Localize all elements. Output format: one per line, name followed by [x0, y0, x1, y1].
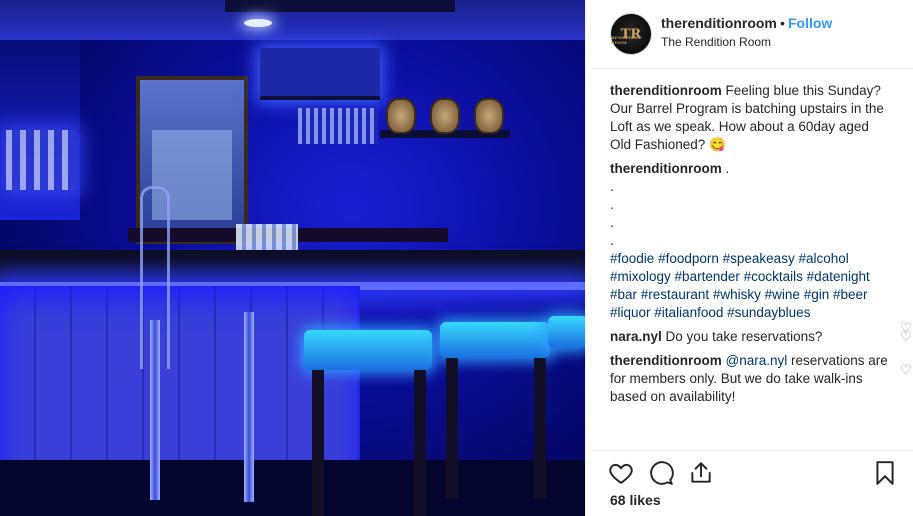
- comment-icon[interactable]: [648, 460, 674, 486]
- photo-ceiling-light: [244, 19, 272, 27]
- hashtag-link[interactable]: #sundayblues: [727, 305, 810, 320]
- hashtag-link[interactable]: #foodporn: [658, 251, 719, 266]
- photo-stool-seat: [304, 330, 432, 370]
- hashtag-comment: therenditionroom . . . . . #foodie #food…: [610, 160, 912, 334]
- photo-stool-leg: [414, 370, 426, 516]
- hashtag-link[interactable]: #mixology: [610, 269, 671, 284]
- avatar-logo-subtext: RENDITION ROOM: [611, 35, 642, 45]
- photo-barrel: [386, 98, 416, 134]
- photo-stool-leg: [534, 358, 546, 498]
- like-comment-icon[interactable]: ♡: [900, 330, 912, 343]
- hashtag-link[interactable]: #bartender: [675, 269, 740, 284]
- hashtag-link[interactable]: #wine: [765, 287, 800, 302]
- photo-barrel: [430, 98, 460, 134]
- photo-counter-top: [0, 250, 585, 286]
- follow-button[interactable]: Follow: [788, 15, 832, 31]
- photo-hanging-glasses: [298, 108, 378, 144]
- photo-stool-seat: [548, 316, 585, 348]
- hashtag-link[interactable]: #datenight: [807, 269, 870, 284]
- hashtag-link[interactable]: #cocktails: [744, 269, 803, 284]
- photo-bottles: [6, 130, 76, 190]
- comment: nara.nyl Do you take reservations? ♡: [610, 328, 912, 346]
- heart-icon[interactable]: [608, 460, 634, 486]
- hashtag-link[interactable]: #speakeasy: [723, 251, 795, 266]
- photo-stool-seat: [440, 322, 550, 358]
- mention-link[interactable]: @nara.nyl: [726, 353, 788, 368]
- photo-stool-leg: [446, 358, 458, 498]
- action-bar: [608, 460, 898, 488]
- like-comment-icon[interactable]: ♡: [900, 363, 912, 376]
- comment: therenditionroom @nara.nyl reservations …: [610, 352, 912, 406]
- comment-dot: .: [610, 197, 614, 212]
- photo-stool-leg: [312, 370, 324, 516]
- actions-divider: [586, 450, 913, 451]
- post-header: TR RENDITION ROOM therenditionroom • Fol…: [586, 0, 913, 69]
- caption-username[interactable]: therenditionroom: [610, 83, 722, 98]
- hashtag-link[interactable]: #beer: [833, 287, 868, 302]
- hashtag-link[interactable]: #whisky: [713, 287, 761, 302]
- comment-dot: .: [610, 179, 614, 194]
- hashtag-link[interactable]: #italianfood: [654, 305, 723, 320]
- hashtag-link[interactable]: #gin: [804, 287, 830, 302]
- hashtag-list: #foodie #foodporn #speakeasy #alcohol #m…: [610, 250, 890, 322]
- post-sidebar: TR RENDITION ROOM therenditionroom • Fol…: [585, 0, 913, 516]
- photo-ceiling-vent: [225, 0, 455, 12]
- hashtag-link[interactable]: #restaurant: [641, 287, 709, 302]
- comment-dot: .: [610, 215, 614, 230]
- hashtag-link[interactable]: #alcohol: [798, 251, 848, 266]
- hashtag-link[interactable]: #liquor: [610, 305, 651, 320]
- comment-text: Do you take reservations?: [665, 329, 823, 344]
- photo-glass-shelf: [260, 48, 380, 100]
- comment-username[interactable]: therenditionroom: [610, 353, 722, 368]
- photo-stanchion-post: [244, 312, 254, 502]
- hashtag-link[interactable]: #bar: [610, 287, 637, 302]
- share-icon[interactable]: [688, 460, 714, 486]
- likes-count[interactable]: 68 likes: [610, 492, 661, 508]
- photo-floor: [0, 460, 585, 516]
- avatar[interactable]: TR RENDITION ROOM: [610, 13, 652, 55]
- photo-barrel: [474, 98, 504, 134]
- comment-username[interactable]: therenditionroom: [610, 161, 722, 176]
- hashtag-link[interactable]: #foodie: [610, 251, 654, 266]
- post-photo[interactable]: [0, 0, 585, 516]
- comment-username[interactable]: nara.nyl: [610, 329, 662, 344]
- photo-stanchion-post: [150, 320, 160, 500]
- comment-dot: .: [610, 233, 614, 248]
- comment-text: .: [721, 161, 730, 176]
- header-username[interactable]: therenditionroom: [661, 15, 777, 31]
- location-link[interactable]: The Rendition Room: [661, 35, 771, 49]
- caption: therenditionroom Feeling blue this Sunda…: [610, 82, 890, 154]
- comments-list: therenditionroom Feeling blue this Sunda…: [610, 82, 912, 412]
- header-separator: •: [780, 15, 785, 31]
- bookmark-icon[interactable]: [872, 460, 898, 486]
